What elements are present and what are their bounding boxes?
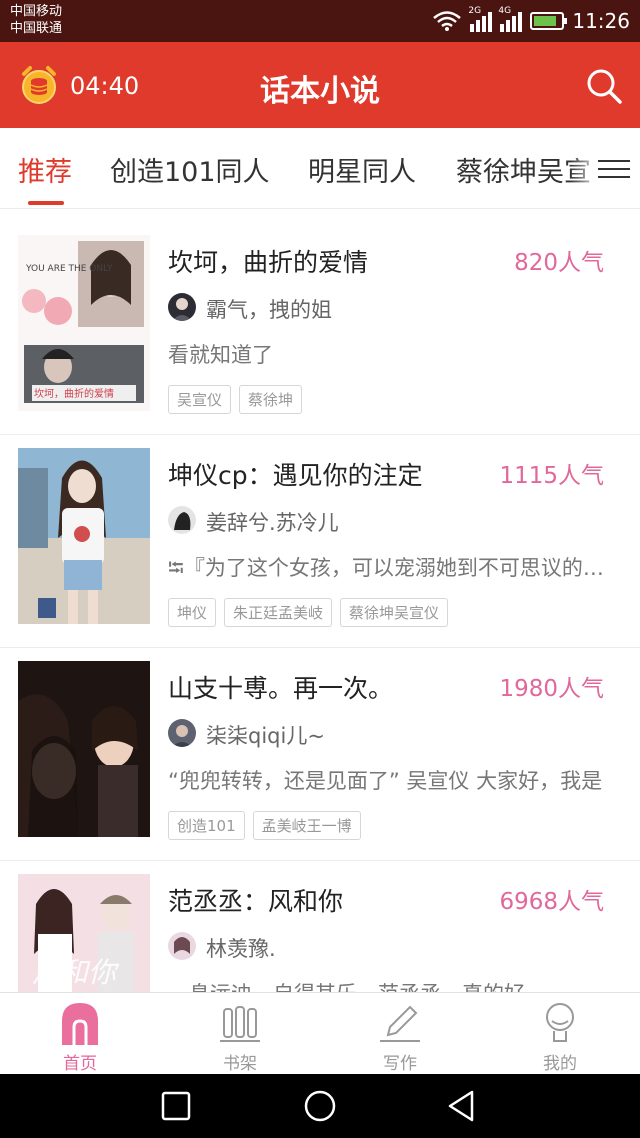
tab-chuangzao101[interactable]: 创造101同人 — [110, 150, 270, 189]
tab-celebrity[interactable]: 明星同人 — [308, 150, 416, 189]
popularity-count: 1980人气 — [499, 676, 604, 702]
nav-profile[interactable]: 我的 — [480, 993, 640, 1075]
menu-icon[interactable] — [598, 154, 630, 182]
nav-label-bookshelf: 书架 — [223, 1054, 257, 1074]
author-name: 柒柒qiqi儿~ — [206, 724, 325, 748]
author-avatar — [168, 719, 196, 747]
popularity-count: 1115人气 — [499, 463, 604, 489]
status-bar: 中国移动 中国联通 2G 4G 11:26 — [0, 0, 640, 42]
story-tag[interactable]: 朱正廷孟美岐 — [224, 598, 333, 627]
signal-2g-label: 2G — [468, 6, 482, 16]
category-tabs: 推荐 创造101同人 明星同人 蔡徐坤吴宣 — [0, 128, 640, 209]
author-avatar — [168, 293, 196, 321]
story-tag[interactable]: 坤仪 — [168, 598, 217, 627]
story-title: 坤仪cp：遇见你的注定 — [168, 461, 423, 490]
cover-title-text: 坎坷，曲折的爱情 — [34, 387, 114, 400]
story-item[interactable]: YOU ARE THE ONLY 坎坷，曲折的爱情 坎坷，曲折的爱情 820人气… — [0, 221, 640, 435]
story-tag[interactable]: 蔡徐坤吴宣仪 — [340, 598, 449, 627]
system-nav-bar — [0, 1074, 640, 1138]
story-title: 山支十尃。再一次。 — [168, 674, 394, 703]
story-cover: YOU ARE THE ONLY 坎坷，曲折的爱情 — [18, 235, 150, 411]
story-cover — [18, 448, 150, 624]
bookshelf-icon — [220, 1006, 260, 1042]
story-title: 范丞丞：风和你 — [168, 887, 344, 916]
home-icon — [62, 1003, 98, 1045]
story-tag[interactable]: 孟美岐王一博 — [252, 811, 361, 840]
author-avatar — [168, 506, 196, 534]
search-icon[interactable] — [584, 66, 624, 106]
story-description: ⭾『为了这个女孩，可以宠溺她到不可思议的地步』 — [168, 556, 616, 580]
story-tag[interactable]: 蔡徐坤 — [239, 385, 303, 414]
story-tag[interactable]: 创造101 — [168, 811, 245, 840]
story-tags: 坤仪 朱正廷孟美岐 蔡徐坤吴宣仪 — [168, 598, 449, 627]
signal-icon-4g: 4G — [498, 6, 523, 32]
popularity-count: 6968人气 — [499, 889, 604, 915]
pen-icon — [380, 1005, 420, 1042]
nav-bookshelf[interactable]: 书架 — [160, 993, 320, 1075]
story-description: 看就知道了 — [168, 343, 273, 367]
author-name: 林羡豫. — [206, 937, 276, 961]
app-title: 话本小说 — [260, 74, 380, 109]
carrier-2: 中国联通 — [10, 21, 63, 36]
carrier-labels: 中国移动 中国联通 — [10, 3, 62, 37]
story-item[interactable]: 坤仪cp：遇见你的注定 1115人气 姜辞兮.苏冷儿 ⭾『为了这个女孩，可以宠溺… — [0, 434, 640, 648]
nav-label-home: 首页 — [63, 1054, 97, 1074]
profile-icon — [546, 1003, 574, 1042]
popularity-count: 820人气 — [514, 250, 604, 276]
app-header: 04:40 话本小说 — [0, 42, 640, 128]
home-button-icon[interactable] — [302, 1088, 338, 1124]
story-tag[interactable]: 吴宣仪 — [168, 385, 232, 414]
status-time: 11:26 — [572, 9, 630, 33]
story-tags: 吴宣仪 蔡徐坤 — [168, 385, 303, 414]
nav-label-profile: 我的 — [543, 1054, 577, 1074]
story-tags: 创造101 孟美岐王一博 — [168, 811, 361, 840]
cover-english-text: YOU ARE THE ONLY — [25, 264, 113, 274]
signal-4g-label: 4G — [498, 6, 512, 16]
author-name: 霸气，拽的姐 — [206, 298, 332, 322]
nav-label-write: 写作 — [383, 1054, 417, 1074]
story-title: 坎坷，曲折的爱情 — [168, 248, 369, 277]
carrier-1: 中国移动 — [10, 4, 63, 19]
story-item[interactable]: 山支十尃。再一次。 1980人气 柒柒qiqi儿~ “兜兜转转，还是见面了” 吴… — [0, 647, 640, 861]
signal-icon-2g: 2G — [468, 6, 493, 32]
bottom-nav: 首页 书架 写作 我的 — [0, 992, 640, 1075]
back-icon[interactable] — [444, 1088, 480, 1124]
tab-recommend[interactable]: 推荐 — [18, 150, 72, 189]
author-avatar — [168, 932, 196, 960]
recent-apps-icon[interactable] — [158, 1088, 194, 1124]
story-cover — [18, 661, 150, 837]
nav-write[interactable]: 写作 — [320, 993, 480, 1075]
wifi-icon — [433, 11, 462, 31]
active-tab-indicator — [28, 201, 64, 205]
nav-home[interactable]: 首页 — [0, 993, 160, 1075]
cover-title-text: 风和你 — [32, 956, 120, 989]
author-name: 姜辞兮.苏冷儿 — [206, 511, 339, 535]
story-description: “兜兜转转，还是见面了” 吴宣仪 大家好，我是 — [168, 769, 603, 793]
battery-icon — [530, 12, 568, 30]
